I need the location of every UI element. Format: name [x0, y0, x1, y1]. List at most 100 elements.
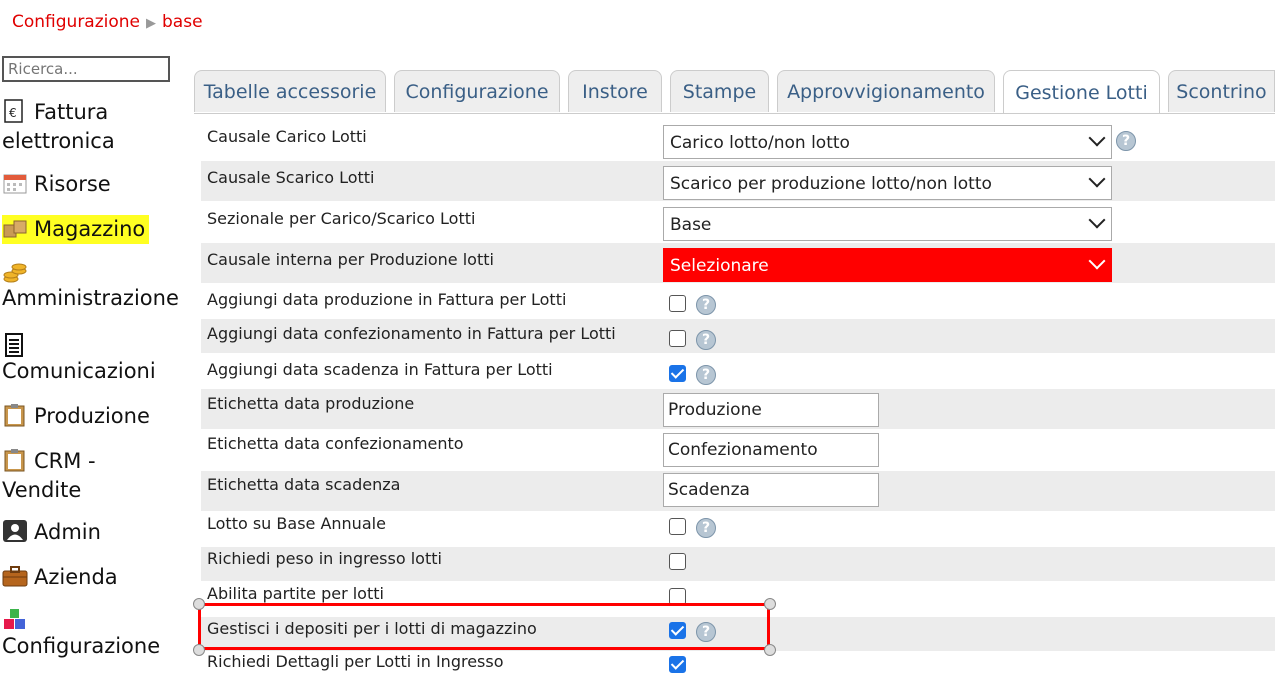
sidebar-item-label: Comunicazioni	[2, 359, 156, 383]
sidebar-item-produzione[interactable]: Produzione	[2, 402, 150, 431]
form-row: Etichetta data scadenza Scadenza	[201, 471, 1275, 511]
sidebar-item-comunicazioni[interactable]: Comunicazioni	[2, 333, 156, 386]
sidebar-item-label: Produzione	[34, 404, 150, 428]
sezionale-select[interactable]: Base	[663, 207, 1112, 241]
form-row: Etichetta data produzione Produzione	[201, 389, 1275, 429]
data-confezionamento-checkbox[interactable]	[669, 330, 686, 347]
causale-scarico-select[interactable]: Scarico per produzione lotto/non lotto	[663, 166, 1112, 200]
breadcrumb-current: base	[162, 12, 203, 32]
field-label: Aggiungi data confezionamento in Fattura…	[207, 324, 616, 343]
chevron-down-icon	[1088, 211, 1106, 229]
breadcrumb: Configurazione ▶ base	[12, 12, 203, 32]
tab-tabelle-accessorie[interactable]: Tabelle accessorie	[194, 70, 386, 112]
calendar-icon	[3, 174, 27, 194]
clipboard-icon	[4, 449, 25, 472]
form-row: Aggiungi data confezionamento in Fattura…	[201, 319, 1275, 353]
help-icon[interactable]: ?	[696, 518, 716, 538]
tab-instore[interactable]: Instore	[568, 70, 662, 112]
help-icon[interactable]: ?	[696, 295, 716, 315]
resize-handle[interactable]	[764, 644, 776, 656]
coins-icon	[3, 263, 27, 283]
tab-gestione-lotti[interactable]: Gestione Lotti	[1003, 70, 1160, 114]
tab-scontrino[interactable]: Scontrino	[1168, 70, 1275, 112]
field-label: Etichetta data scadenza	[207, 475, 401, 494]
causale-carico-select[interactable]: Carico lotto/non lotto	[663, 125, 1112, 159]
sidebar-item-admin[interactable]: Admin	[2, 518, 101, 547]
form-row: Causale Scarico Lotti Scarico per produz…	[201, 161, 1275, 201]
sidebar-item-label: Admin	[34, 520, 101, 544]
sidebar-item-label: Magazzino	[34, 217, 146, 241]
form-row: Richiedi Dettagli per Lotti in Ingresso	[201, 652, 1275, 686]
sidebar-item-configurazione[interactable]: Configurazione	[2, 608, 160, 661]
field-label: Richiedi peso in ingresso lotti	[207, 549, 442, 568]
form-row: Lotto su Base Annuale ?	[201, 512, 1275, 546]
sidebar-item-magazzino[interactable]: Magazzino	[2, 215, 150, 244]
form-row: Causale Carico Lotti Carico lotto/non lo…	[201, 120, 1275, 160]
etichetta-scadenza-input[interactable]: Scadenza	[663, 473, 879, 507]
briefcase-icon	[2, 566, 28, 587]
sidebar-item-label: Azienda	[34, 565, 118, 589]
field-label: Causale Carico Lotti	[207, 127, 367, 146]
data-scadenza-checkbox[interactable]	[669, 365, 686, 382]
field-label: Causale Scarico Lotti	[207, 168, 375, 187]
select-value: Selezionare	[670, 256, 769, 276]
form-row: Etichetta data confezionamento Confezion…	[201, 430, 1275, 470]
data-produzione-checkbox[interactable]	[669, 295, 686, 312]
field-label: Causale interna per Produzione lotti	[207, 250, 494, 269]
help-icon[interactable]: ?	[696, 365, 716, 385]
select-value: Carico lotto/non lotto	[670, 133, 850, 153]
annotation-highlight-box	[198, 603, 770, 650]
field-label: Aggiungi data produzione in Fattura per …	[207, 290, 567, 309]
field-label: Abilita partite per lotti	[207, 584, 384, 603]
tab-approvvigionamento[interactable]: Approvvigionamento	[777, 70, 995, 112]
cubes-icon	[4, 609, 25, 629]
resize-handle[interactable]	[764, 598, 776, 610]
chevron-down-icon	[1088, 129, 1106, 147]
select-value: Scarico per produzione lotto/non lotto	[670, 174, 992, 194]
form-row: Sezionale per Carico/Scarico Lotti Base	[201, 202, 1275, 242]
etichetta-produzione-input[interactable]: Produzione	[663, 393, 879, 427]
resize-handle[interactable]	[193, 598, 205, 610]
invoice-euro-icon: €	[4, 99, 23, 123]
field-label: Richiedi Dettagli per Lotti in Ingresso	[207, 652, 504, 671]
chevron-down-icon	[1088, 252, 1106, 270]
sidebar-item-label: Risorse	[34, 172, 111, 196]
search-input[interactable]	[2, 56, 170, 82]
sidebar-item-label: Amministrazione	[2, 286, 179, 310]
etichetta-confezionamento-input[interactable]: Confezionamento	[663, 433, 879, 467]
breadcrumb-root[interactable]: Configurazione	[12, 12, 140, 32]
sidebar-item-label: Configurazione	[2, 634, 161, 658]
form-row: Aggiungi data produzione in Fattura per …	[201, 284, 1275, 318]
tab-bar: Tabelle accessorie Configurazione Instor…	[194, 70, 1275, 114]
help-icon[interactable]: ?	[1116, 131, 1136, 151]
form-row: Causale interna per Produzione lotti Sel…	[201, 243, 1275, 283]
user-icon	[3, 520, 27, 542]
lotto-annuale-checkbox[interactable]	[669, 518, 686, 535]
help-icon[interactable]: ?	[696, 330, 716, 350]
field-label: Aggiungi data scadenza in Fattura per Lo…	[207, 360, 553, 379]
sidebar-item-amministrazione[interactable]: Amministrazione	[2, 260, 179, 313]
tab-configurazione[interactable]: Configurazione	[394, 70, 560, 112]
sidebar-item-crm-vendite[interactable]: CRM - Vendite	[2, 447, 122, 505]
field-label: Etichetta data confezionamento	[207, 434, 464, 453]
tab-stampe[interactable]: Stampe	[670, 70, 769, 112]
select-value: Base	[670, 215, 712, 235]
form-row: Aggiungi data scadenza in Fattura per Lo…	[201, 354, 1275, 388]
sidebar-item-fattura-elettronica[interactable]: € Fattura elettronica	[2, 98, 172, 156]
boxes-icon	[3, 220, 27, 238]
svg-text:€: €	[9, 106, 17, 120]
field-label: Etichetta data produzione	[207, 394, 415, 413]
chevron-down-icon	[1088, 170, 1106, 188]
peso-ingresso-checkbox[interactable]	[669, 553, 686, 570]
tab-divider	[194, 113, 1275, 114]
document-icon	[5, 333, 23, 357]
sidebar-item-risorse[interactable]: Risorse	[2, 170, 111, 199]
sidebar-item-azienda[interactable]: Azienda	[2, 563, 118, 592]
field-label: Sezionale per Carico/Scarico Lotti	[207, 209, 476, 228]
causale-interna-select[interactable]: Selezionare	[663, 248, 1112, 282]
form-row: Richiedi peso in ingresso lotti	[201, 547, 1275, 581]
field-label: Lotto su Base Annuale	[207, 514, 386, 533]
resize-handle[interactable]	[193, 644, 205, 656]
breadcrumb-separator-icon: ▶	[146, 16, 157, 31]
clipboard-icon	[4, 404, 25, 427]
